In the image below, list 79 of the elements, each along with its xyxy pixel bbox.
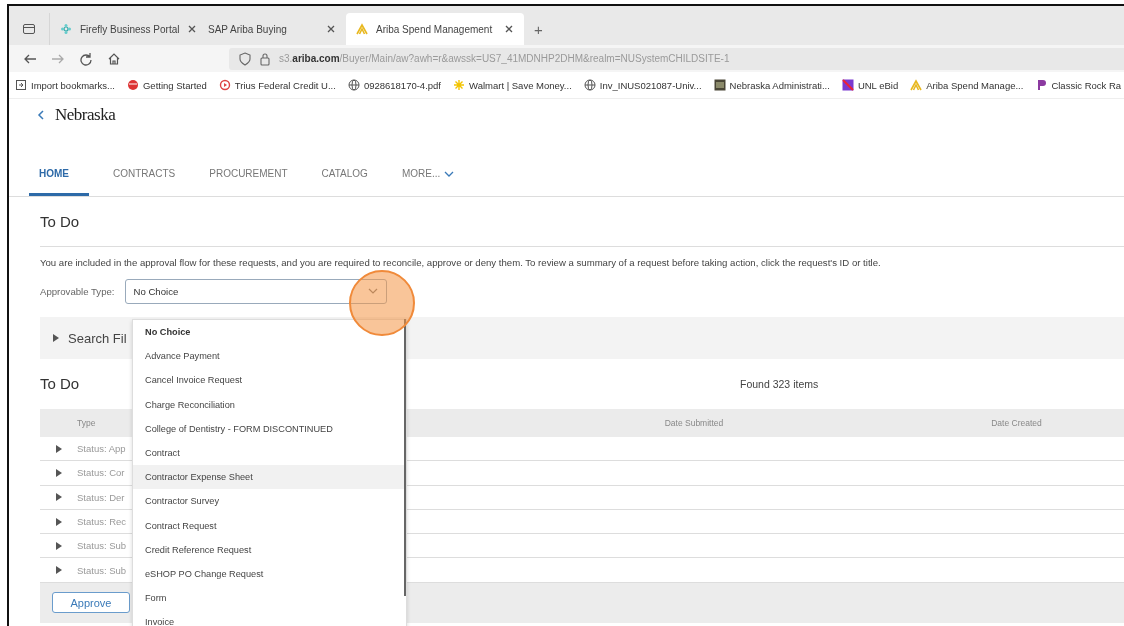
section-title: To Do bbox=[40, 213, 80, 230]
lock-icon bbox=[259, 51, 271, 66]
dropdown-option[interactable]: Cancel Invoice Request bbox=[133, 368, 406, 393]
table-cell: Status: Rec bbox=[77, 516, 127, 528]
scrollbar[interactable] bbox=[404, 319, 406, 596]
dropdown-option[interactable]: Contract Request bbox=[133, 513, 406, 538]
reload-icon bbox=[79, 51, 93, 66]
dropdown-option[interactable]: Form bbox=[133, 586, 406, 611]
approve-button[interactable]: Approve bbox=[52, 592, 130, 614]
dropdown-option[interactable]: Contract bbox=[133, 440, 406, 466]
image-icon bbox=[713, 79, 726, 91]
dropdown-option[interactable]: College of Dentistry - FORM DISCONTINUED bbox=[133, 416, 406, 441]
dropdown-option[interactable]: Charge Reconciliation bbox=[133, 392, 406, 417]
expand-arrow-icon bbox=[55, 540, 63, 551]
bookmark-link[interactable]: Walmart | Save Money... bbox=[469, 79, 572, 91]
close-icon bbox=[504, 24, 514, 34]
browser-tab[interactable]: SAP Ariba Buying bbox=[198, 13, 346, 45]
expand-arrow-icon bbox=[52, 333, 60, 343]
bookmark-link[interactable]: Classic Rock Ra bbox=[1051, 79, 1122, 91]
table-cell: Status: Cor bbox=[77, 467, 125, 479]
table-cell: Status: Sub bbox=[77, 540, 127, 552]
globe-icon bbox=[347, 79, 360, 91]
close-icon bbox=[187, 24, 198, 34]
letter-p-icon bbox=[1035, 79, 1048, 91]
expand-arrow-icon bbox=[55, 467, 63, 478]
panel-title[interactable]: Search Fil bbox=[68, 330, 127, 346]
dropdown-option[interactable]: No Choice bbox=[133, 320, 406, 345]
bookmark-icon bbox=[126, 79, 139, 91]
nav-tab[interactable]: MORE... bbox=[401, 166, 455, 196]
back-icon bbox=[37, 109, 45, 121]
dropdown-option[interactable]: Invoice bbox=[133, 610, 406, 626]
bookmark-link[interactable]: Getting Started bbox=[142, 79, 207, 91]
table-cell: Status: Der bbox=[77, 491, 125, 503]
globe-icon bbox=[583, 79, 596, 91]
table-cell: Status: Sub bbox=[77, 564, 127, 576]
field-label: Approvable Type: bbox=[40, 286, 115, 297]
expand-arrow-icon bbox=[55, 516, 63, 527]
address-bar[interactable]: s3.ariba.com/Buyer/Main/aw?awh=r&awssk=US7_41MDNHP2DHM&realm=NUSystemCHILDSITE-1 bbox=[229, 47, 1124, 70]
browser-tab[interactable]: Firefly Business Portal bbox=[50, 13, 198, 45]
close-icon bbox=[326, 24, 336, 34]
spark-icon bbox=[453, 79, 465, 91]
dropdown-option[interactable]: Contractor Expense Sheet bbox=[133, 465, 406, 490]
bookmark-link[interactable]: UNL eBid bbox=[857, 79, 899, 91]
nav-tab[interactable]: CATALOG bbox=[321, 166, 368, 196]
result-count: Found 323 items bbox=[740, 378, 819, 390]
nav-tab[interactable]: CONTRACTS bbox=[113, 166, 176, 196]
bookmark-link[interactable]: Inv_INUS021087-Univ... bbox=[599, 79, 702, 91]
type-dropdown[interactable]: No Choice bbox=[124, 279, 387, 304]
dropdown-option[interactable]: Advance Payment bbox=[133, 344, 406, 369]
university-logo[interactable]: Nebraska bbox=[55, 105, 116, 125]
section-title: To Do bbox=[40, 375, 80, 392]
expand-arrow-icon bbox=[55, 443, 63, 454]
nav-tab[interactable]: PROCUREMENT bbox=[209, 166, 288, 196]
dropdown-option[interactable]: Credit Reference Request bbox=[133, 537, 406, 562]
tile-icon bbox=[841, 79, 854, 91]
ring-icon bbox=[218, 79, 231, 91]
bookmark-link[interactable]: Trius Federal Credit U... bbox=[234, 79, 336, 91]
peak-logo-icon bbox=[910, 79, 923, 91]
tab-panel-icon bbox=[22, 22, 36, 36]
chevron-down-icon bbox=[367, 288, 378, 295]
home-icon bbox=[107, 51, 121, 66]
dropdown-option[interactable]: eSHOP PO Change Request bbox=[133, 561, 406, 587]
expand-arrow-icon bbox=[55, 565, 63, 576]
new-tab-button[interactable]: + bbox=[524, 13, 553, 45]
browser-tab[interactable]: Ariba Spend Management bbox=[346, 13, 524, 45]
expand-arrow-icon bbox=[55, 492, 63, 503]
flower-icon bbox=[60, 23, 72, 35]
bookmark-link[interactable]: Ariba Spend Manage... bbox=[926, 79, 1024, 91]
bookmark-link[interactable]: Nebraska Administrati... bbox=[729, 79, 830, 91]
bookmark-link[interactable]: Import bookmarks... bbox=[31, 79, 115, 91]
instruction-text: You are included in the approval flow for these requests, and you are required to reconcile, approve or deny them. To review a summary of a request before taking action, click the request's ID or title. bbox=[40, 257, 882, 268]
dropdown-option[interactable]: Contractor Survey bbox=[133, 489, 406, 514]
shield-icon bbox=[239, 51, 251, 66]
peak-logo-icon bbox=[356, 23, 368, 35]
nav-tab[interactable]: HOME bbox=[29, 166, 89, 196]
table-cell: Status: App bbox=[77, 443, 126, 455]
import-icon bbox=[15, 79, 27, 91]
url-text: s3.ariba.com/Buyer/Main/aw?awh=r&awssk=US7_41MDNHP2DHM&realm=NUSystemCHILDSITE-1 bbox=[279, 53, 730, 64]
bookmark-link[interactable]: 0928618170-4.pdf bbox=[363, 79, 441, 91]
